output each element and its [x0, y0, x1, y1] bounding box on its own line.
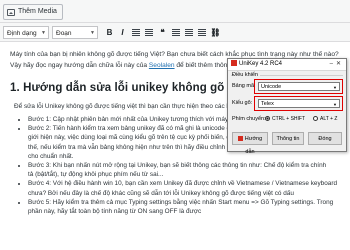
info-button-label: Thông tin — [276, 136, 300, 142]
unikey-app-icon — [231, 60, 237, 66]
editor-toolbar: Định dạng ▼ Đoạn ▼ B I ❝ ⛓ — [0, 22, 350, 42]
help-button[interactable]: Hướng dẫn — [232, 132, 268, 155]
add-media-label: Thêm Media — [18, 8, 57, 15]
list-item: Bước 3: Khi bạn nhấn nút mở rộng tại Uni… — [28, 162, 350, 171]
format-select-value: Định dạng — [7, 30, 37, 37]
align-right-icon[interactable] — [198, 29, 206, 36]
list-item: cho chuẩn nhất. — [28, 152, 74, 160]
align-left-icon[interactable] — [172, 29, 180, 36]
editor-top-bar: Thêm Media — [0, 0, 350, 22]
list-item: chưa? Bởi nếu đây là chế độ khác cũng sẽ… — [28, 189, 294, 197]
control-group-label: Điều khiển — [232, 72, 260, 78]
media-icon — [7, 8, 15, 16]
italic-button[interactable]: I — [117, 27, 128, 38]
bold-button[interactable]: B — [104, 27, 115, 38]
radio-selected-icon — [265, 116, 270, 121]
input-method-highlight-box — [254, 96, 343, 111]
list-item: Bước 5: Hãy kiểm tra thêm cả mục Typing … — [28, 199, 350, 208]
close-button-label: Đóng — [318, 136, 332, 142]
hotkey-opt2-label: ALT + Z — [320, 116, 338, 122]
hotkey-radio-ctrl-shift[interactable]: CTRL + SHIFT — [265, 116, 305, 122]
close-button[interactable]: Đóng — [308, 132, 342, 145]
list-item: tả (bật/tắt), tự động khôi phục phím nếu… — [28, 171, 164, 179]
list-item: Bước 4: Với hệ điều hành win 10, bạn cần… — [28, 180, 350, 189]
chevron-down-icon: ▼ — [41, 30, 46, 36]
align-center-icon[interactable] — [185, 29, 193, 36]
seolalen-link[interactable]: Seolalen — [149, 62, 175, 69]
unikey-dialog: UniKey 4.2 RC4 –✕ Điều khiển Bảng mã: Un… — [227, 58, 347, 155]
add-media-button[interactable]: Thêm Media — [3, 4, 63, 20]
hotkey-radio-alt-z[interactable]: ALT + Z — [313, 116, 337, 122]
paragraph-select-value: Đoạn — [56, 30, 72, 37]
hotkey-opt1-label: CTRL + SHIFT — [272, 116, 306, 122]
format-select[interactable]: Định dạng ▼ — [3, 26, 49, 39]
close-icon[interactable]: ✕ — [336, 61, 344, 67]
chevron-down-icon: ▼ — [90, 30, 95, 36]
input-method-label: Kiểu gõ: — [232, 100, 253, 106]
info-button[interactable]: Thông tin — [272, 132, 304, 145]
unikey-title-bar: UniKey 4.2 RC4 –✕ — [228, 59, 346, 71]
charset-highlight-box — [254, 79, 343, 94]
list-item: phần này, hãy tắt toàn bộ tính năng từ O… — [28, 207, 202, 215]
section-intro: Để sửa lỗi Unikey không gõ được tiếng vi… — [14, 103, 242, 110]
unikey-title: UniKey 4.2 RC4 — [239, 61, 283, 67]
paragraph-select[interactable]: Đoạn ▼ — [52, 26, 98, 39]
blockquote-button[interactable]: ❝ — [157, 27, 168, 38]
charset-label: Bảng mã: — [232, 83, 256, 89]
hotkey-label: Phím chuyển: — [232, 116, 266, 122]
bullet-list-icon[interactable] — [132, 29, 140, 36]
numbered-list-icon[interactable] — [145, 29, 153, 36]
help-icon — [237, 136, 243, 141]
window-controls: –✕ — [330, 59, 344, 70]
radio-unselected-icon — [313, 116, 318, 121]
link-button[interactable]: ⛓ — [210, 27, 221, 38]
para2-text: Vậy hãy đọc ngay hướng dẫn chữa lỗi này … — [10, 61, 149, 69]
